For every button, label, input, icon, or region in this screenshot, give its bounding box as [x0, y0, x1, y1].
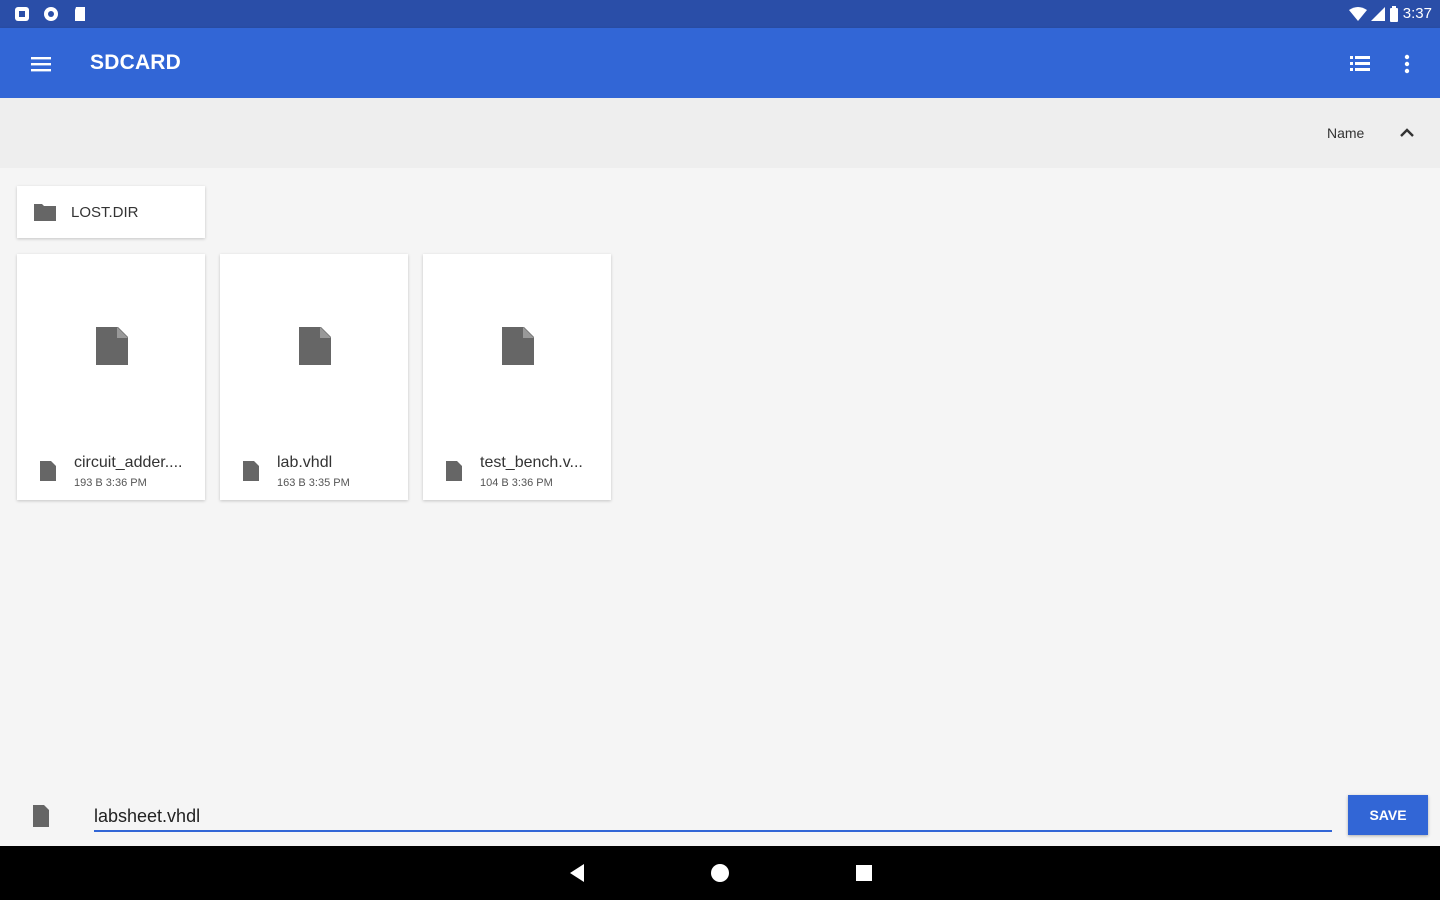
file-thumbnail-icon: [96, 327, 128, 365]
file-name: test_bench.v...: [480, 454, 583, 471]
filename-input[interactable]: [94, 802, 1332, 832]
chevron-up-icon[interactable]: [1396, 122, 1418, 144]
save-bar: SAVE: [0, 786, 1440, 846]
wifi-icon: [1348, 6, 1367, 21]
status-bar: 3:37: [0, 0, 1440, 28]
cell-signal-icon: [1370, 6, 1385, 21]
file-thumbnail-icon: [502, 327, 534, 365]
menu-icon[interactable]: [26, 49, 56, 79]
more-options-icon[interactable]: [1395, 50, 1419, 78]
notification-app-icon: [15, 7, 29, 21]
file-item[interactable]: circuit_adder.... 193 B 3:36 PM: [17, 254, 205, 500]
file-meta: 193 B 3:36 PM: [74, 477, 147, 489]
navigation-bar: [0, 846, 1440, 900]
sort-bar: Name: [0, 98, 1440, 168]
file-icon: [33, 805, 49, 827]
file-icon: [446, 461, 462, 481]
battery-icon: [1389, 5, 1398, 22]
notification-sync-icon: [44, 7, 58, 21]
folder-icon: [34, 204, 56, 221]
sd-card-icon: [75, 7, 85, 21]
app-bar: SDCARD: [0, 28, 1440, 98]
list-view-icon[interactable]: [1346, 50, 1374, 78]
file-meta: 163 B 3:35 PM: [277, 477, 350, 489]
page-title: SDCARD: [90, 51, 182, 74]
folder-item[interactable]: LOST.DIR: [17, 186, 205, 238]
file-name: circuit_adder....: [74, 454, 183, 471]
status-time: 3:37: [1402, 5, 1432, 22]
file-meta: 104 B 3:36 PM: [480, 477, 553, 489]
save-button[interactable]: SAVE: [1348, 795, 1428, 835]
back-icon[interactable]: [566, 862, 588, 884]
sort-by-name-button[interactable]: Name: [1327, 125, 1364, 141]
recent-apps-icon[interactable]: [855, 864, 873, 882]
file-icon: [243, 461, 259, 481]
file-icon: [40, 461, 56, 481]
home-icon[interactable]: [710, 863, 730, 883]
file-item[interactable]: test_bench.v... 104 B 3:36 PM: [423, 254, 611, 500]
file-name: lab.vhdl: [277, 454, 333, 471]
file-item[interactable]: lab.vhdl 163 B 3:35 PM: [220, 254, 408, 500]
file-thumbnail-icon: [299, 327, 331, 365]
folder-name: LOST.DIR: [71, 204, 139, 221]
